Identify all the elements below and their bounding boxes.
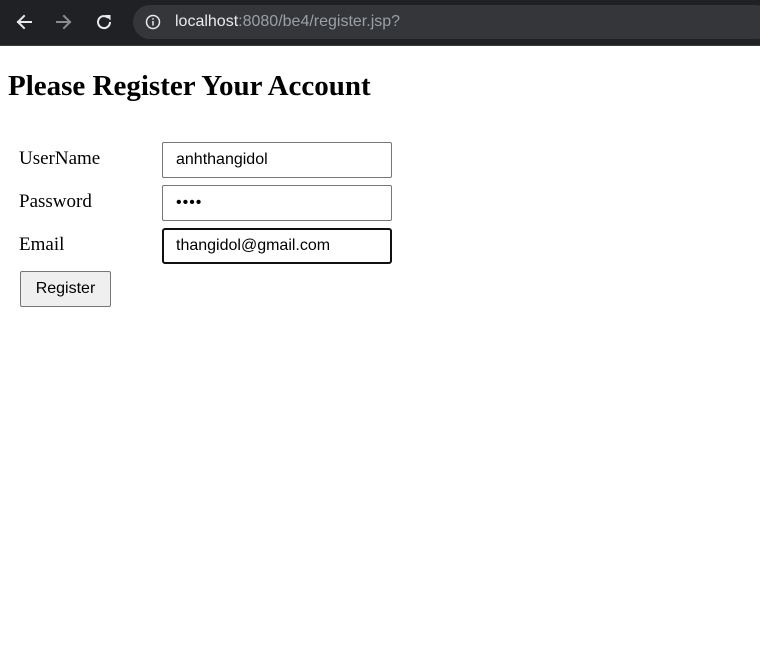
back-arrow-icon xyxy=(16,14,32,30)
email-input[interactable] xyxy=(162,228,392,264)
username-input[interactable] xyxy=(162,142,392,178)
browser-toolbar: localhost:8080/be4/register.jsp? xyxy=(0,0,760,46)
back-button[interactable] xyxy=(10,8,38,36)
forward-arrow-icon xyxy=(56,14,72,30)
page-title: Please Register Your Account xyxy=(8,70,371,102)
password-input[interactable] xyxy=(162,185,392,221)
reload-icon xyxy=(97,15,112,30)
register-button[interactable]: Register xyxy=(20,271,111,307)
password-label: Password xyxy=(19,191,92,212)
email-label: Email xyxy=(19,234,65,255)
url-text[interactable]: localhost:8080/be4/register.jsp? xyxy=(175,12,400,32)
url-host: localhost xyxy=(175,13,239,30)
address-bar[interactable]: localhost:8080/be4/register.jsp? xyxy=(133,5,760,39)
url-path: :8080/be4/register.jsp? xyxy=(238,13,401,30)
forward-button[interactable] xyxy=(50,8,78,36)
page-content: Please Register Your Account UserName Pa… xyxy=(0,46,760,666)
username-label: UserName xyxy=(19,148,101,169)
info-icon[interactable] xyxy=(145,14,161,30)
reload-button[interactable] xyxy=(90,8,118,36)
